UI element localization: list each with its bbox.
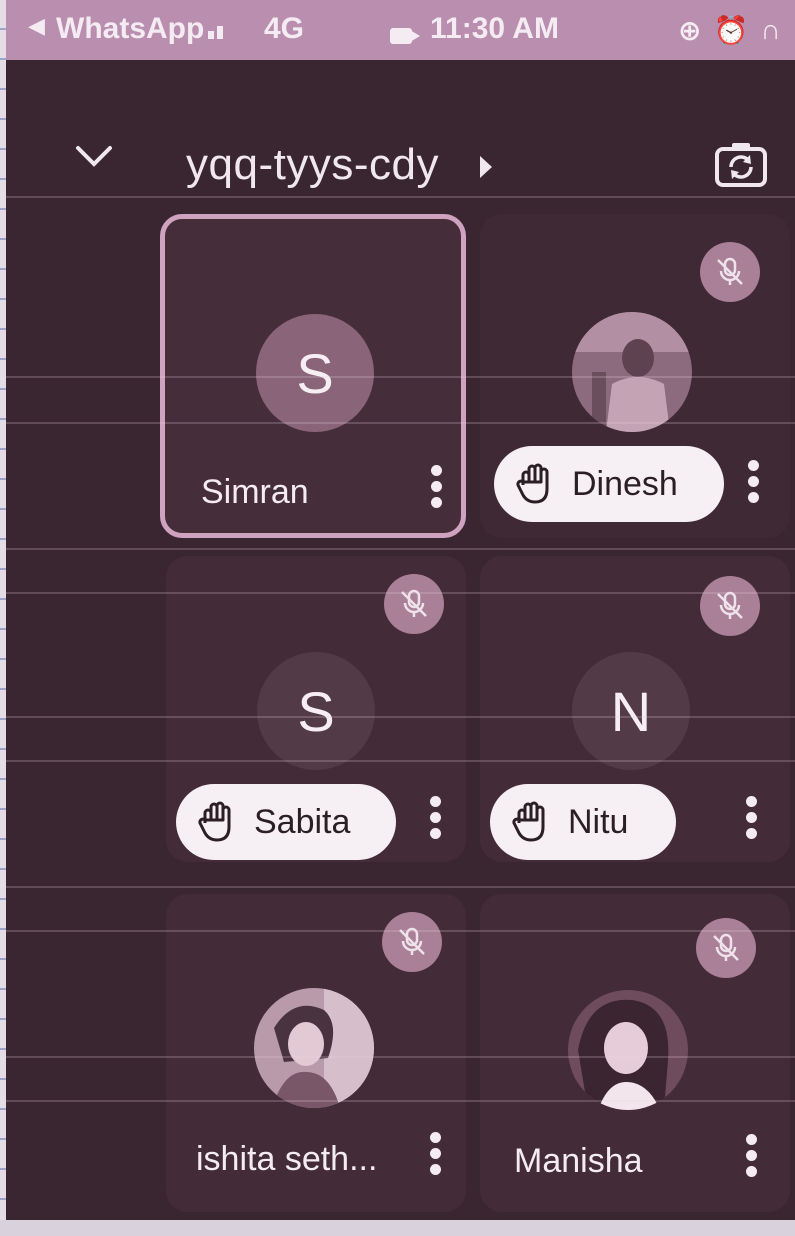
more-vert-icon[interactable] (746, 460, 760, 508)
raised-hand-icon (512, 801, 545, 842)
back-to-app-icon[interactable]: ◀ (28, 13, 45, 39)
avatar (568, 990, 688, 1110)
play-arrow-icon[interactable] (480, 156, 492, 178)
participant-name-pill: Nitu (490, 784, 676, 860)
participant-tile-ishita[interactable]: ishita seth... (166, 894, 466, 1212)
mic-off-icon (700, 242, 760, 302)
participant-name: Sabita (254, 802, 351, 841)
participant-name: ishita seth... (196, 1140, 378, 1178)
glare-line (6, 1100, 795, 1102)
glare-line (6, 1056, 795, 1058)
phone-screen: ◀ WhatsApp 4G 11:30 AM ⊕ ⏰ ∩ yqq-tyys-cd… (6, 0, 795, 1222)
participant-tile-nitu[interactable]: N Nitu (480, 556, 790, 862)
participant-tile-sabita[interactable]: S Sabita (166, 556, 466, 862)
raised-hand-icon (198, 801, 231, 842)
glare-line (6, 592, 795, 594)
rotation-lock-icon: ⊕ (678, 15, 702, 46)
raised-hand-icon (516, 463, 549, 504)
participant-name-pill: Sabita (176, 784, 396, 860)
participant-name-pill: Dinesh (494, 446, 724, 522)
avatar: S (257, 652, 375, 770)
signal-icon (208, 26, 223, 39)
status-bar: ◀ WhatsApp 4G 11:30 AM ⊕ ⏰ ∩ (6, 0, 795, 60)
glare-line (6, 716, 795, 718)
glare-line (6, 548, 795, 550)
glare-line (6, 886, 795, 888)
glare-line (6, 196, 795, 198)
more-vert-icon[interactable] (744, 1134, 758, 1182)
more-vert-icon[interactable] (744, 796, 758, 844)
more-vert-icon[interactable] (428, 796, 442, 844)
mic-off-icon (382, 912, 442, 972)
more-vert-icon[interactable] (428, 1132, 442, 1180)
status-icons: ⊕ ⏰ ∩ (678, 14, 781, 47)
glare-line (6, 422, 795, 424)
avatar (572, 312, 692, 432)
glare-line (6, 930, 795, 932)
participant-name: Manisha (514, 1142, 643, 1180)
paper-bottom (0, 1220, 795, 1236)
glare-line (6, 376, 795, 378)
back-app-label[interactable]: WhatsApp (56, 12, 204, 46)
headphones-icon: ∩ (760, 14, 781, 45)
meeting-code[interactable]: yqq-tyys-cdy (186, 140, 439, 190)
switch-camera-icon[interactable] (714, 140, 768, 188)
alarm-icon: ⏰ (713, 15, 749, 46)
participant-tile-manisha[interactable]: Manisha (480, 894, 790, 1212)
participant-name: Dinesh (572, 464, 678, 503)
participant-name: Simran (201, 473, 309, 511)
more-vert-icon[interactable] (429, 465, 443, 513)
avatar (254, 988, 374, 1108)
call-header: yqq-tyys-cdy (6, 60, 795, 210)
network-type: 4G (264, 12, 305, 45)
clock: 11:30 AM (430, 12, 559, 45)
video-call-icon (390, 28, 420, 44)
avatar: N (572, 652, 690, 770)
mic-off-icon (700, 576, 760, 636)
avatar: S (256, 314, 374, 432)
mic-off-icon (384, 574, 444, 634)
mic-off-icon (696, 918, 756, 978)
glare-line (6, 760, 795, 762)
participant-name: Nitu (568, 802, 629, 841)
chevron-down-icon[interactable] (74, 138, 114, 178)
